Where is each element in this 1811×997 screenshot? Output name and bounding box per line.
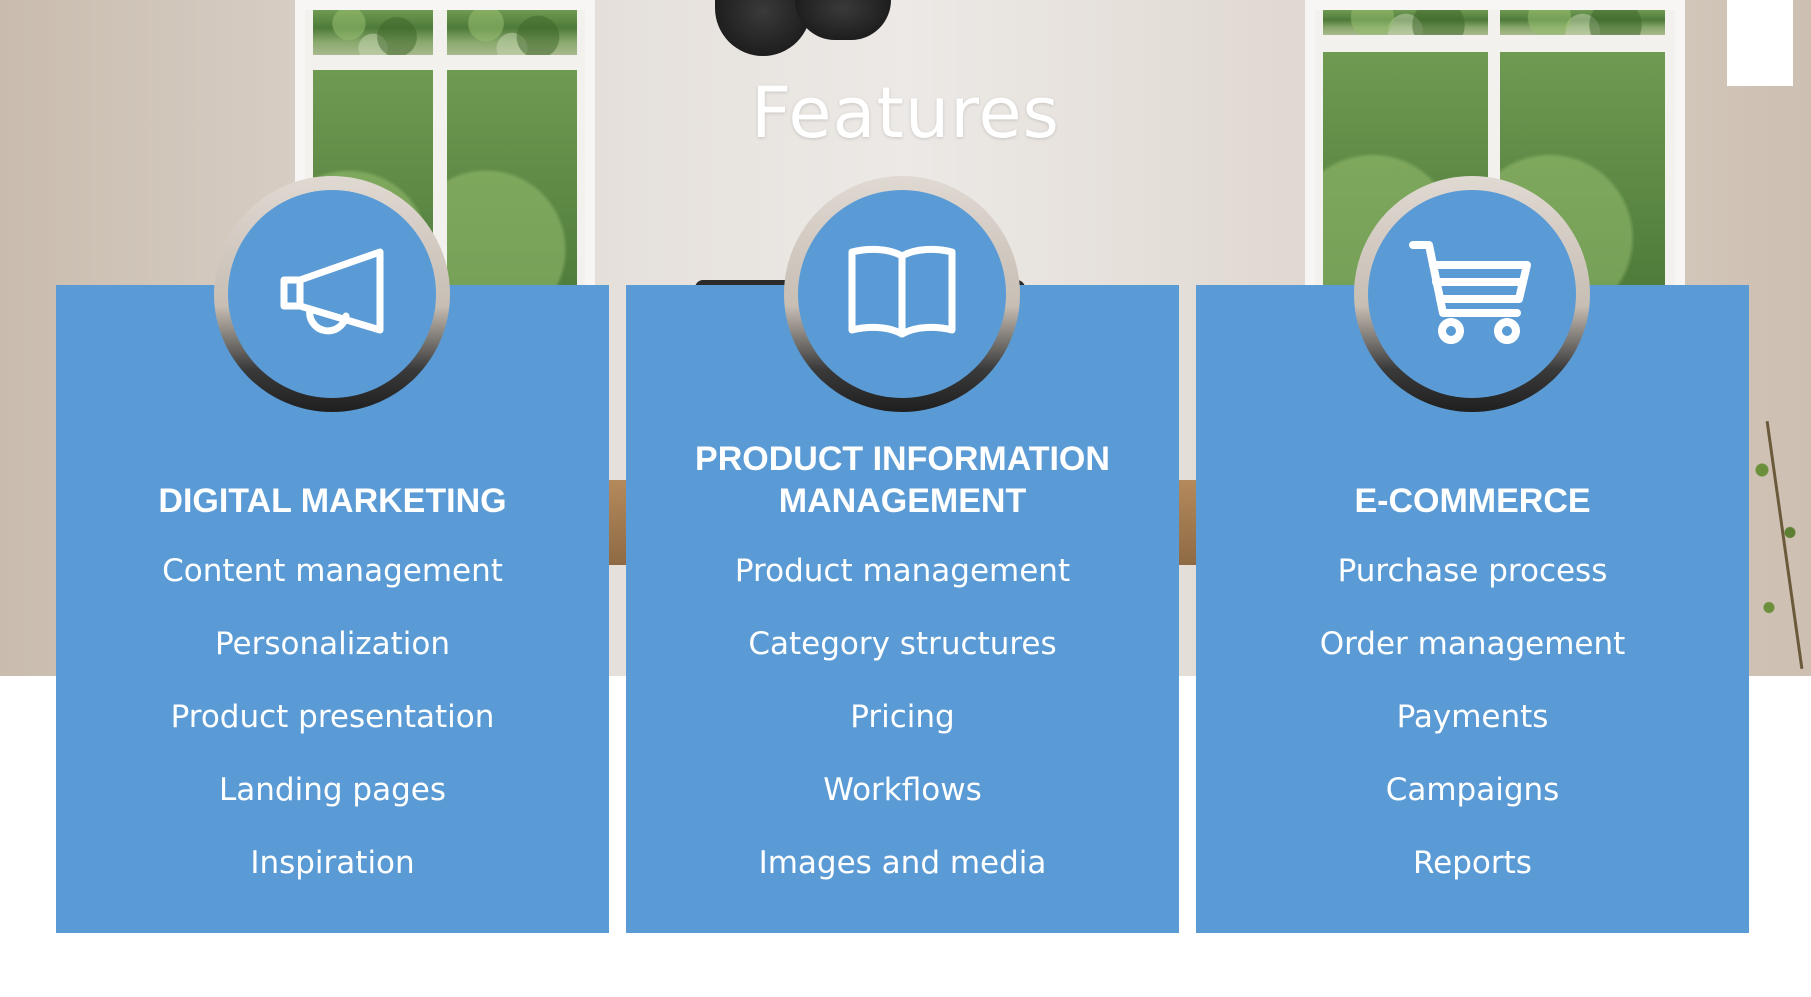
plant [1741,420,1811,670]
list-item: Order management [1319,626,1626,662]
icon-badge-digital-marketing [228,190,436,398]
list-item: Product presentation [170,699,495,735]
card-title: DIGITAL MARKETING [56,480,609,522]
feature-list: Product management Category structures P… [626,543,1179,908]
page-title: Features [751,72,1060,154]
list-item: Images and media [758,845,1047,881]
list-item: Personalization [214,626,451,662]
list-item: Inspiration [250,845,415,881]
list-item: Landing pages [219,772,446,808]
card-title: PRODUCT INFORMATION MANAGEMENT [626,438,1179,522]
book-icon [848,245,956,338]
list-item: Reports [1413,845,1532,881]
list-item: Campaigns [1385,772,1560,808]
card-title-line: DIGITAL MARKETING [158,482,507,520]
list-item: Payments [1396,699,1549,735]
list-item: Purchase process [1337,553,1608,589]
pendant-lamp [795,0,891,40]
card-title-line: PRODUCT INFORMATION [695,440,1110,478]
list-item: Content management [162,553,503,589]
feature-list: Purchase process Order management Paymen… [1196,543,1749,908]
card-title: E-COMMERCE [1196,480,1749,522]
feature-list: Content management Personalization Produ… [56,543,609,908]
icon-badge-e-commerce [1368,190,1576,398]
list-item: Product management [734,553,1071,589]
megaphone-icon [280,248,384,335]
list-item: Category structures [748,626,1057,662]
list-item: Workflows [823,772,982,808]
slide: Features DIGITAL MARKETING Content manag… [0,0,1811,997]
icon-badge-product-information-management [798,190,1006,398]
card-title-line: E-COMMERCE [1354,482,1591,520]
shopping-cart-icon [1409,241,1531,344]
card-title-line: MANAGEMENT [778,482,1027,520]
list-item: Pricing [850,699,955,735]
